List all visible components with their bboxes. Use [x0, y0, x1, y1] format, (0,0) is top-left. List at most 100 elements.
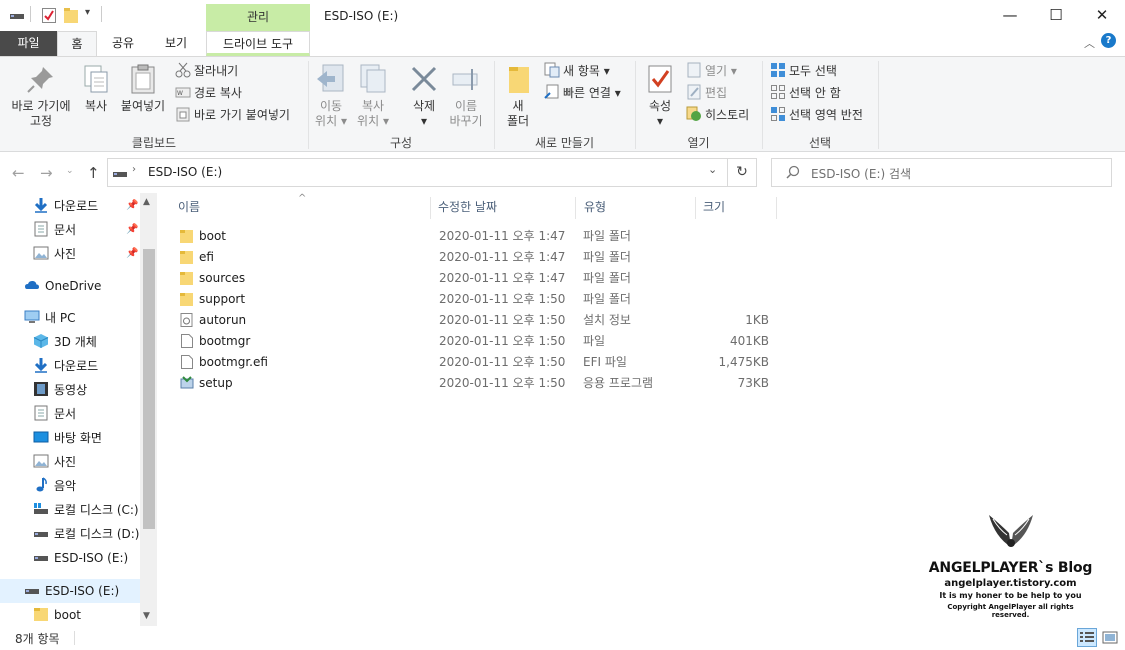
nav-quick-documents[interactable]: 문서: [33, 219, 76, 241]
table-row[interactable]: autorun 2020-01-11 오후 1:50 설치 정보 1KB: [157, 310, 817, 331]
copy-path-button[interactable]: W 경로 복사: [175, 84, 242, 102]
rename-button[interactable]: 이름 바꾸기: [446, 63, 486, 129]
edit-button[interactable]: 편집: [686, 84, 727, 102]
context-tab-manage[interactable]: 관리: [206, 4, 310, 31]
table-row[interactable]: setup 2020-01-11 오후 1:50 응용 프로그램 73KB: [157, 373, 817, 394]
new-folder-button[interactable]: 새 폴더: [503, 63, 533, 129]
column-header-type[interactable]: 유형: [584, 200, 606, 222]
properties-icon: [644, 63, 676, 95]
nav-desktop[interactable]: 바탕 화면: [33, 427, 102, 449]
select-none-button[interactable]: 선택 안 함: [770, 84, 841, 102]
scroll-down-arrow-icon[interactable]: ▼: [143, 611, 150, 621]
nav-scrollbar-thumb[interactable]: [143, 249, 155, 529]
nav-this-pc[interactable]: 내 PC: [24, 307, 75, 329]
easy-access-button[interactable]: 빠른 연결 ▾: [544, 84, 621, 102]
table-row[interactable]: bootmgr 2020-01-11 오후 1:50 파일 401KB: [157, 331, 817, 352]
nav-music[interactable]: 음악: [33, 475, 76, 497]
file-icon: [180, 334, 194, 348]
history-button[interactable]: 히스토리: [686, 106, 749, 124]
separator: [101, 6, 102, 22]
nav-3d-objects[interactable]: 3D 개체: [33, 331, 97, 353]
watermark-url: angelplayer.tistory.com: [944, 578, 1077, 589]
table-row[interactable]: sources 2020-01-11 오후 1:47 파일 폴더: [157, 268, 817, 289]
address-bar[interactable]: › ESD-ISO (E:) ⌄: [107, 158, 728, 187]
open-button[interactable]: 열기 ▾: [686, 62, 737, 80]
breadcrumb-chevron-icon[interactable]: ›: [132, 164, 136, 175]
scroll-up-arrow-icon[interactable]: ▲: [143, 197, 150, 207]
properties-button[interactable]: 속성 ▾: [643, 63, 677, 129]
pin-to-quick-access-button[interactable]: 바로 가기에 고정: [6, 63, 76, 129]
column-separator[interactable]: [695, 197, 696, 219]
nav-videos[interactable]: 동영상: [33, 379, 87, 401]
nav-local-disk-c[interactable]: 로컬 디스크 (C:): [33, 499, 139, 521]
help-icon[interactable]: ?: [1101, 33, 1116, 48]
refresh-icon[interactable]: ↻: [728, 158, 757, 187]
nav-documents[interactable]: 문서: [33, 403, 76, 425]
recent-locations-chevron-icon[interactable]: ⌄: [66, 166, 74, 176]
minimize-button[interactable]: —: [987, 0, 1033, 31]
navigation-bar: ← → ⌄ ↑ › ESD-ISO (E:) ⌄ ↻ ESD-ISO (E:) …: [0, 152, 1125, 193]
tab-view[interactable]: 보기: [156, 31, 196, 56]
large-icons-view-icon[interactable]: [1100, 628, 1120, 647]
pin-icon[interactable]: 📌: [126, 200, 138, 211]
paste-button[interactable]: 붙여넣기: [118, 63, 168, 114]
column-header-date[interactable]: 수정한 날짜: [438, 200, 497, 222]
file-icon: [180, 355, 194, 369]
open-icon: [686, 62, 702, 78]
new-folder-icon[interactable]: [64, 8, 78, 26]
nav-downloads[interactable]: 다운로드: [33, 355, 98, 377]
column-separator[interactable]: [430, 197, 431, 219]
tab-share[interactable]: 공유: [103, 31, 143, 56]
customize-quick-access-icon[interactable]: ▾: [85, 7, 90, 18]
column-separator[interactable]: [776, 197, 777, 219]
column-header-name[interactable]: 이름: [178, 200, 200, 222]
table-row[interactable]: bootmgr.efi 2020-01-11 오후 1:50 EFI 파일 1,…: [157, 352, 817, 373]
maximize-button[interactable]: ☐: [1033, 0, 1079, 31]
copy-button[interactable]: 복사: [80, 63, 112, 114]
details-view-icon[interactable]: [1077, 628, 1097, 647]
download-icon: [33, 357, 49, 373]
tab-file[interactable]: 파일: [0, 31, 57, 56]
nav-esd-iso-e[interactable]: ESD-ISO (E:): [33, 547, 128, 569]
watermark-copyright: Copyright AngelPlayer all rights reserve…: [947, 603, 1074, 619]
move-to-button[interactable]: 이동 위치 ▾: [313, 63, 349, 129]
back-arrow-icon[interactable]: ←: [12, 164, 25, 182]
new-item-button[interactable]: 새 항목 ▾: [544, 62, 610, 80]
table-row[interactable]: boot 2020-01-11 오후 1:47 파일 폴더: [157, 226, 817, 247]
column-header-size[interactable]: 크기: [703, 200, 725, 222]
up-arrow-icon[interactable]: ↑: [87, 164, 100, 182]
paste-shortcut-button[interactable]: 바로 가기 붙여넣기: [175, 106, 290, 124]
nav-onedrive[interactable]: OneDrive: [24, 275, 101, 297]
delete-button[interactable]: 삭제 ▾: [406, 63, 442, 129]
copy-to-button[interactable]: 복사 위치 ▾: [354, 63, 392, 129]
nav-boot-folder[interactable]: boot: [33, 604, 81, 626]
folder-icon: [180, 229, 194, 243]
nav-quick-downloads[interactable]: 다운로드: [33, 195, 98, 217]
svg-text:W: W: [177, 90, 183, 97]
search-box[interactable]: ESD-ISO (E:) 검색: [771, 158, 1112, 187]
music-icon: [33, 477, 49, 493]
pin-icon[interactable]: 📌: [126, 248, 138, 259]
select-all-button[interactable]: 모두 선택: [770, 62, 837, 80]
invert-selection-icon: [770, 106, 786, 122]
forward-arrow-icon[interactable]: →: [40, 164, 53, 182]
table-row[interactable]: support 2020-01-11 오후 1:50 파일 폴더: [157, 289, 817, 310]
properties-icon[interactable]: [42, 8, 56, 26]
cut-button[interactable]: 잘라내기: [175, 62, 238, 80]
watermark-title: ANGELPLAYER`s Blog: [928, 560, 1093, 576]
drive-icon[interactable]: [10, 8, 24, 25]
tab-drive-tools[interactable]: 드라이브 도구: [206, 31, 310, 56]
document-icon: [33, 221, 49, 237]
invert-selection-button[interactable]: 선택 영역 반전: [770, 106, 863, 124]
chevron-up-icon[interactable]: ︿: [1084, 35, 1095, 51]
nav-local-disk-d[interactable]: 로컬 디스크 (D:): [33, 523, 139, 545]
close-button[interactable]: ✕: [1079, 0, 1125, 31]
nav-quick-pictures[interactable]: 사진: [33, 243, 76, 265]
address-dropdown-icon[interactable]: ⌄: [708, 163, 717, 176]
nav-pictures[interactable]: 사진: [33, 451, 76, 473]
nav-esd-iso-selected[interactable]: ESD-ISO (E:): [24, 580, 119, 602]
pin-icon[interactable]: 📌: [126, 224, 138, 235]
table-row[interactable]: efi 2020-01-11 오후 1:47 파일 폴더: [157, 247, 817, 268]
column-separator[interactable]: [575, 197, 576, 219]
tab-home[interactable]: 홈: [57, 31, 97, 57]
